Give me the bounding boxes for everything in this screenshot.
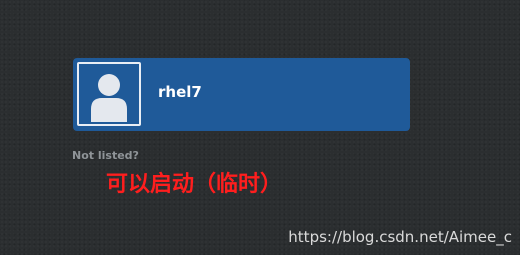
user-avatar-icon xyxy=(91,74,127,122)
annotation-text: 可以启动（临时） xyxy=(106,172,283,197)
user-list-item-rhel7[interactable]: rhel7 xyxy=(73,58,410,131)
user-name-label: rhel7 xyxy=(158,83,202,101)
user-avatar xyxy=(77,62,141,126)
not-listed-link[interactable]: Not listed? xyxy=(72,149,139,163)
login-screen: { "user_list": { "items": [ { "username"… xyxy=(0,0,520,255)
watermark-text: https://blog.csdn.net/Aimee_c xyxy=(288,228,512,246)
